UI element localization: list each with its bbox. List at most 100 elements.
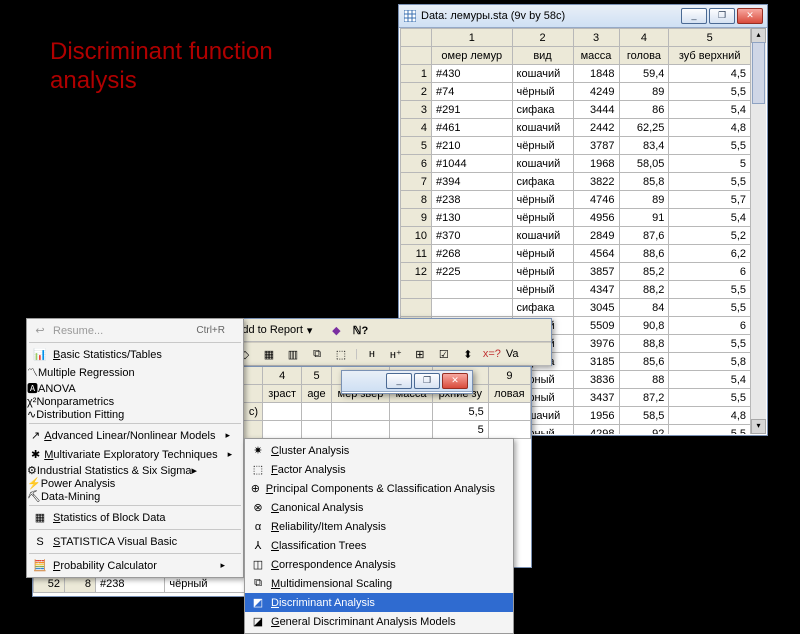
cell[interactable]: кошачий [512, 119, 573, 137]
cell[interactable] [432, 281, 513, 299]
cell[interactable]: 3976 [573, 335, 619, 353]
cell[interactable]: 5,4 [669, 101, 751, 119]
cell[interactable]: 5,5 [669, 83, 751, 101]
cell[interactable]: 3787 [573, 137, 619, 155]
column-header[interactable]: голова [619, 47, 669, 65]
cell[interactable]: #394 [432, 173, 513, 191]
menu-item[interactable]: χ²Nonparametrics [27, 396, 243, 408]
cell[interactable]: 85,8 [619, 173, 669, 191]
cell[interactable]: #74 [432, 83, 513, 101]
menu-item[interactable]: ↗Advanced Linear/Nonlinear Models▸ [27, 426, 243, 445]
column-header[interactable]: age [302, 385, 331, 403]
cell[interactable]: 4564 [573, 245, 619, 263]
menu-item-resume[interactable]: ↩Resume...Ctrl+R [27, 321, 243, 340]
cell[interactable]: чёрный [512, 245, 573, 263]
cell[interactable]: 2442 [573, 119, 619, 137]
close-button[interactable]: ✕ [737, 8, 763, 24]
tool-icon-9[interactable]: ☑ [434, 344, 454, 364]
cell[interactable]: 88,6 [619, 245, 669, 263]
menu-item[interactable]: ✱Multivariate Exploratory Techniques▸ [27, 445, 243, 464]
inner-close-button[interactable]: ✕ [442, 373, 468, 389]
tool-icon-2[interactable]: ▦ [259, 344, 279, 364]
submenu-item[interactable]: ◫Correspondence Analysis [245, 555, 513, 574]
cell[interactable]: 3185 [573, 353, 619, 371]
book-icon[interactable]: ◆ [326, 320, 346, 340]
cell[interactable]: 59,4 [619, 65, 669, 83]
cell[interactable]: 5,4 [669, 209, 751, 227]
column-number[interactable]: 4 [263, 367, 302, 385]
cell[interactable]: 86 [619, 101, 669, 119]
cell[interactable]: 58,5 [619, 407, 669, 425]
tool-icon-4[interactable]: ⧉ [307, 344, 327, 364]
cell[interactable]: 85,2 [619, 263, 669, 281]
cell[interactable]: чёрный [512, 137, 573, 155]
row-number[interactable]: 1 [401, 65, 432, 83]
menu-item[interactable]: ⚙Industrial Statistics & Six Sigma▸ [27, 464, 243, 477]
cell[interactable]: 5,5 [669, 389, 751, 407]
row-number[interactable]: 12 [401, 263, 432, 281]
cell[interactable]: #238 [432, 191, 513, 209]
cell[interactable]: 4956 [573, 209, 619, 227]
cell[interactable]: 1848 [573, 65, 619, 83]
scroll-up-arrow[interactable]: ▴ [751, 28, 766, 43]
column-header[interactable]: зуб верхний [669, 47, 751, 65]
cell[interactable]: чёрный [512, 281, 573, 299]
cell[interactable]: #1044 [432, 155, 513, 173]
cell[interactable]: кошачий [512, 65, 573, 83]
menu-item[interactable]: ⚡Power Analysis [27, 477, 243, 490]
column-header[interactable]: омер лемур [432, 47, 513, 65]
cell[interactable]: 88,2 [619, 281, 669, 299]
cell[interactable]: #130 [432, 209, 513, 227]
tool-icon-8[interactable]: ⊞ [410, 344, 430, 364]
cell[interactable]: чёрный [512, 83, 573, 101]
column-number[interactable]: 3 [573, 29, 619, 47]
cell[interactable]: 5509 [573, 317, 619, 335]
row-number[interactable]: 11 [401, 245, 432, 263]
cell[interactable]: кошачий [512, 155, 573, 173]
cell[interactable]: 3444 [573, 101, 619, 119]
submenu-item[interactable]: ✷Cluster Analysis [245, 441, 513, 460]
submenu-item[interactable]: ◪General Discriminant Analysis Models [245, 612, 513, 631]
cell[interactable]: сифака [512, 173, 573, 191]
menu-item[interactable]: ⛏Data-Mining [27, 490, 243, 503]
cell[interactable] [432, 299, 513, 317]
inner-restore-button[interactable]: ❐ [414, 373, 440, 389]
column-header[interactable]: ловая [488, 385, 530, 403]
submenu-item[interactable]: ⬚Factor Analysis [245, 460, 513, 479]
submenu-item[interactable]: ⊕Principal Components & Classification A… [245, 479, 513, 498]
cell[interactable]: 4249 [573, 83, 619, 101]
tool-icon-5[interactable]: ⬚ [331, 344, 351, 364]
tool-icon-7[interactable]: н⁺ [386, 344, 406, 364]
cell[interactable]: 85,6 [619, 353, 669, 371]
tool-icon-6[interactable]: н [362, 344, 382, 364]
menu-item[interactable]: 🧮Probability Calculator▸ [27, 556, 243, 575]
inner-cell[interactable]: 5,5 [432, 403, 488, 421]
data-window-titlebar[interactable]: Data: лемуры.sta (9v by 58c) _ ❐ ✕ [399, 5, 767, 28]
restore-button[interactable]: ❐ [709, 8, 735, 24]
row-number[interactable]: 4 [401, 119, 432, 137]
cell[interactable]: 4298 [573, 425, 619, 435]
cell[interactable]: 90,8 [619, 317, 669, 335]
help-icon[interactable]: ℕ? [350, 320, 370, 340]
tool-icon-3[interactable]: ▥ [283, 344, 303, 364]
cell[interactable]: 88,8 [619, 335, 669, 353]
cell[interactable]: 92 [619, 425, 669, 435]
cell[interactable]: 5,5 [669, 425, 751, 435]
row-number[interactable]: 9 [401, 209, 432, 227]
cell[interactable]: чёрный [512, 209, 573, 227]
cell[interactable]: 2849 [573, 227, 619, 245]
row-number[interactable]: 10 [401, 227, 432, 245]
column-number[interactable]: 4 [619, 29, 669, 47]
cell[interactable]: 4,5 [669, 65, 751, 83]
cell[interactable]: 5,2 [669, 227, 751, 245]
cell[interactable]: #461 [432, 119, 513, 137]
minimize-button[interactable]: _ [681, 8, 707, 24]
cell[interactable]: 4746 [573, 191, 619, 209]
scroll-thumb[interactable] [752, 42, 765, 104]
menu-item[interactable]: 〽Multiple Regression [27, 364, 243, 380]
cell[interactable]: #291 [432, 101, 513, 119]
cell[interactable]: 87,2 [619, 389, 669, 407]
menu-item[interactable]: ∿Distribution Fitting [27, 408, 243, 421]
cell[interactable]: сифака [512, 101, 573, 119]
column-number[interactable]: 9 [488, 367, 530, 385]
